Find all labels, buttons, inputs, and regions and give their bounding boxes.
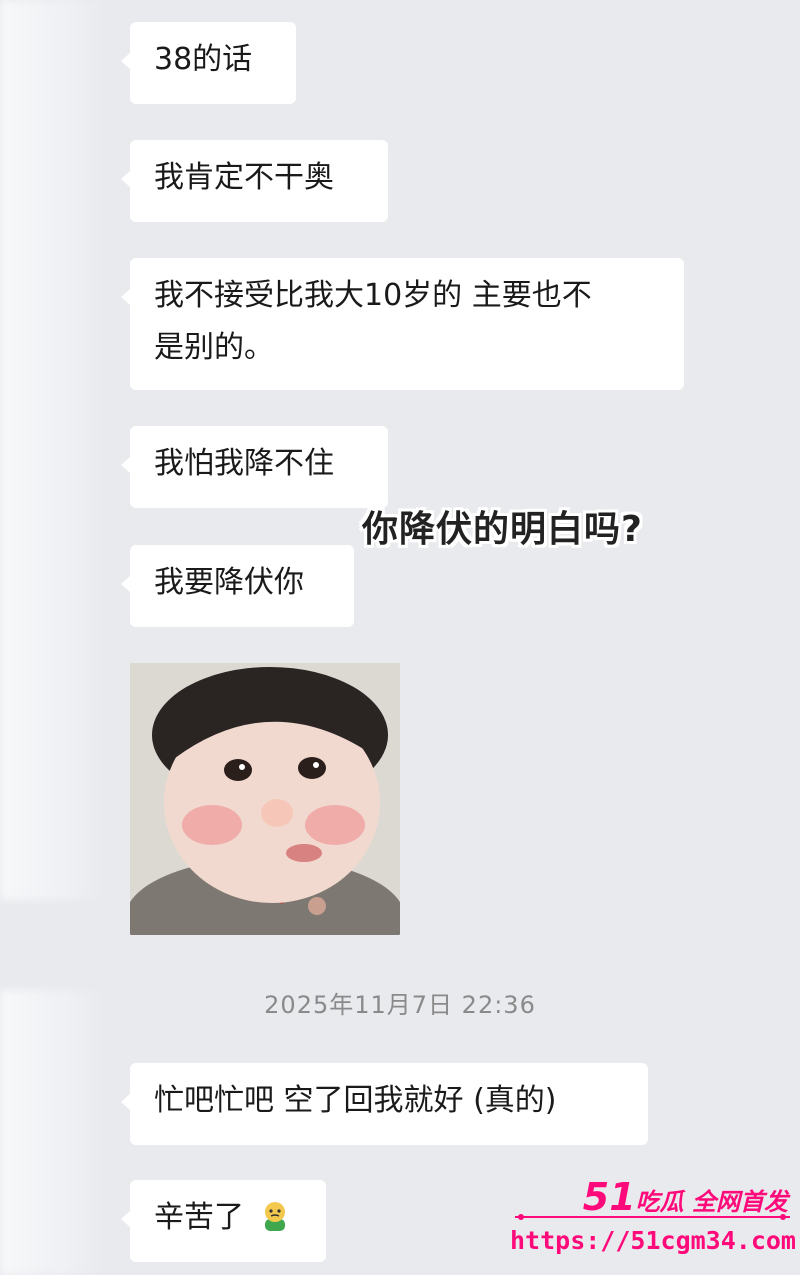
message-text: 忙吧忙吧 空了回我就好 (真的): [154, 1083, 557, 1118]
message-text-line: 我不接受比我大10岁的 主要也不: [154, 278, 592, 313]
message-text: 我要降伏你: [154, 565, 304, 600]
message-text: 38的话: [154, 42, 253, 77]
message-bubble[interactable]: 38的话: [121, 22, 296, 104]
blurred-avatar-area-lower: [0, 990, 110, 1275]
message-text: 辛苦了: [154, 1200, 244, 1235]
message-bubble[interactable]: 我要降伏你: [121, 545, 354, 627]
sticker-illustration: [130, 663, 400, 935]
child-face-sticker[interactable]: [130, 663, 400, 935]
message-bubble[interactable]: 我怕我降不住: [121, 426, 388, 508]
message-bubble[interactable]: 辛苦了: [121, 1180, 326, 1262]
message-bubble[interactable]: 我不接受比我大10岁的 主要也不 是别的。: [121, 258, 684, 390]
message-bubble[interactable]: 我肯定不干奥: [121, 140, 388, 222]
message-text-line: 是别的。: [154, 330, 274, 365]
timestamp: 2025年11月7日 22:36: [264, 991, 536, 1019]
message-text: 我肯定不干奥: [154, 160, 334, 195]
sick-face-emoji: [258, 1198, 292, 1250]
message-bubble[interactable]: 忙吧忙吧 空了回我就好 (真的): [121, 1063, 648, 1145]
watermark-brand-text: 吃瓜 全网首发: [635, 1188, 788, 1216]
overlay-caption: 你降伏的明白吗?: [362, 509, 643, 550]
watermark-url: https://51cgm34.com: [510, 1226, 796, 1255]
message-text: 我怕我降不住: [154, 446, 334, 481]
blurred-avatar-area: [0, 0, 110, 900]
watermark-decor-line: [515, 1214, 790, 1220]
